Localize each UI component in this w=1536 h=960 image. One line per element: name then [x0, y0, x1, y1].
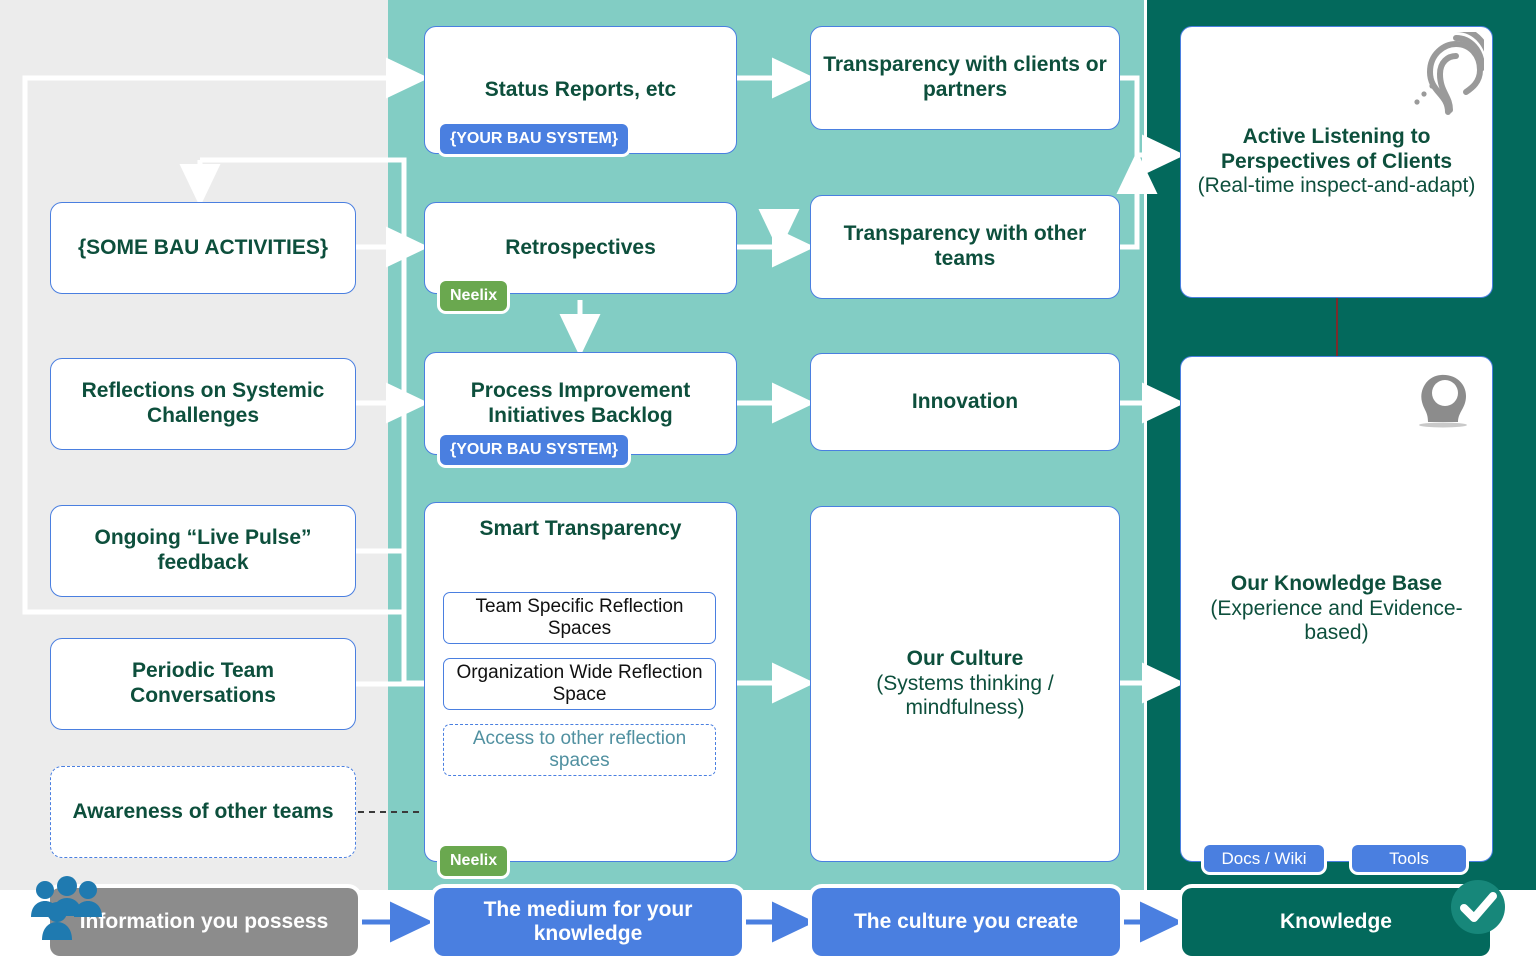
- badge-process-improvement-system[interactable]: {YOUR BAU SYSTEM}: [440, 435, 629, 465]
- strip-knowledge[interactable]: Knowledge: [1182, 888, 1490, 956]
- node-transparency-with-clients-or-partners[interactable]: Transparency with clients or partners: [810, 26, 1120, 130]
- kb-tag-docs-wiki[interactable]: Docs / Wiki: [1204, 845, 1324, 872]
- strip-label: The culture you create: [853, 909, 1079, 933]
- node-ongoing-live-pulse-feedback[interactable]: Ongoing “Live Pulse” feedback: [50, 505, 356, 597]
- strip-label: The medium for your knowledge: [483, 897, 693, 945]
- node-label: Reflections on Systemic Challenges: [81, 379, 325, 427]
- smart-transparency-title: Smart Transparency: [479, 517, 682, 540]
- node-label: Active Listening to Perspectives of Clie…: [1220, 124, 1453, 173]
- node-innovation[interactable]: Innovation: [810, 353, 1120, 451]
- node-some-bau-activities[interactable]: {SOME BAU ACTIVITIES}: [50, 202, 356, 294]
- diagram-canvas: {SOME BAU ACTIVITIES} Reflections on Sys…: [0, 0, 1536, 960]
- node-label: Status Reports, etc: [484, 77, 677, 101]
- node-sublabel: (Systems thinking / mindfulness): [876, 671, 1054, 720]
- inner-label: Access to other reflection spaces: [472, 728, 687, 771]
- head-idea-icon: [1419, 374, 1467, 428]
- node-label: {SOME BAU ACTIVITIES}: [77, 235, 329, 259]
- node-label: Awareness of other teams: [72, 799, 334, 823]
- node-sublabel: (Real-time inspect-and-adapt): [1197, 174, 1476, 198]
- badge-retrospectives-neelix[interactable]: Neelix: [440, 281, 508, 311]
- badge-smart-transparency-neelix[interactable]: Neelix: [440, 846, 508, 876]
- node-label: Our Knowledge Base: [1230, 571, 1443, 595]
- inner-label: Organization Wide Reflection Space: [456, 662, 703, 705]
- node-our-culture[interactable]: Our Culture (Systems thinking / mindfuln…: [810, 506, 1120, 862]
- inner-team-specific-reflection-spaces[interactable]: Team Specific Reflection Spaces: [443, 592, 716, 644]
- node-our-knowledge-base[interactable]: Our Knowledge Base (Experience and Evide…: [1180, 356, 1493, 862]
- inner-label: Team Specific Reflection Spaces: [475, 596, 684, 639]
- node-label: Innovation: [911, 389, 1019, 413]
- inner-organization-wide-reflection-space[interactable]: Organization Wide Reflection Space: [443, 658, 716, 710]
- node-periodic-team-conversations[interactable]: Periodic Team Conversations: [50, 638, 356, 730]
- strip-label: Knowledge: [1279, 909, 1392, 933]
- kb-tag-tools[interactable]: Tools: [1352, 845, 1466, 872]
- ear-listening-icon: [1414, 32, 1484, 115]
- node-label: Our Culture: [906, 646, 1024, 670]
- strip-label: Information you possess: [79, 909, 329, 933]
- node-reflections-on-systemic-challenges[interactable]: Reflections on Systemic Challenges: [50, 358, 356, 450]
- node-transparency-with-other-teams[interactable]: Transparency with other teams: [810, 195, 1120, 299]
- node-sublabel: (Experience and Evidence-based): [1210, 596, 1463, 645]
- badge-status-reports-system[interactable]: {YOUR BAU SYSTEM}: [440, 124, 629, 154]
- strip-culture-you-create[interactable]: The culture you create: [812, 888, 1120, 956]
- inner-access-to-other-reflection-spaces[interactable]: Access to other reflection spaces: [443, 724, 716, 776]
- node-label: Ongoing “Live Pulse” feedback: [94, 526, 312, 574]
- node-label: Transparency with other teams: [843, 222, 1087, 270]
- check-circle-icon: [1451, 880, 1505, 934]
- strip-medium-for-your-knowledge[interactable]: The medium for your knowledge: [434, 888, 742, 956]
- people-group-icon: [31, 876, 102, 940]
- node-label: Process Improvement Initiatives Backlog: [470, 378, 691, 427]
- node-label: Transparency with clients or partners: [823, 53, 1107, 101]
- node-label: Retrospectives: [505, 235, 656, 259]
- node-label: Periodic Team Conversations: [130, 659, 276, 707]
- node-awareness-of-other-teams[interactable]: Awareness of other teams: [50, 766, 356, 858]
